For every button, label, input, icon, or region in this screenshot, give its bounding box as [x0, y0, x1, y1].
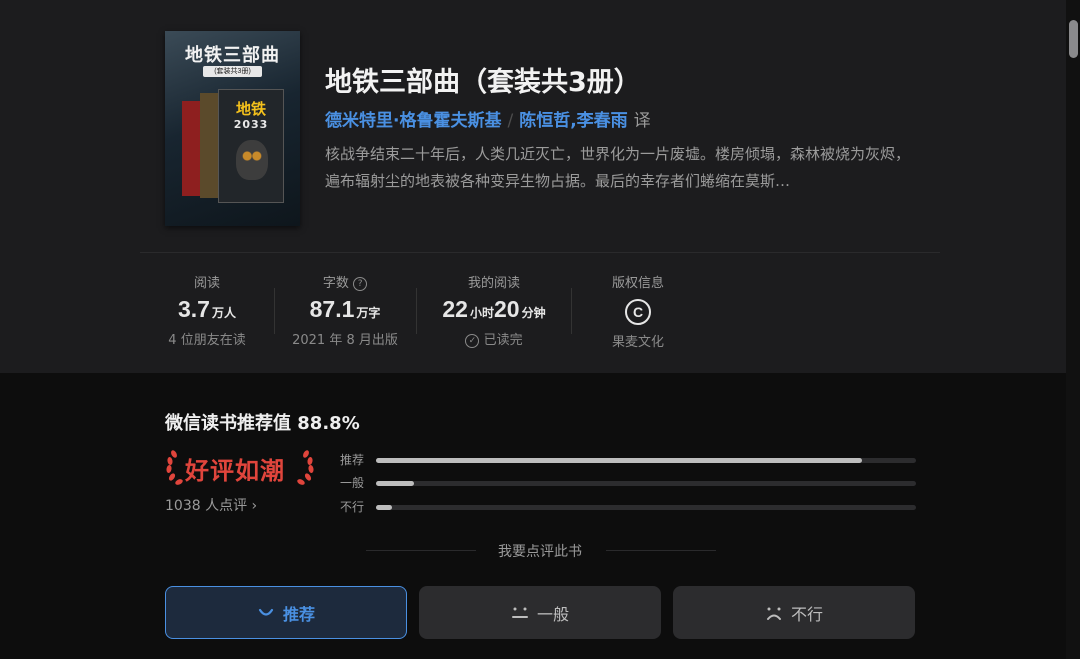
- stat-value: 87.1 万字: [309, 296, 381, 322]
- cover-book-spine: [182, 101, 200, 196]
- not-recommend-button[interactable]: 不行: [673, 586, 915, 639]
- rating-bar-track: [376, 481, 916, 486]
- neutral-face-icon: [511, 607, 528, 618]
- friends-reading[interactable]: 4 位朋友在读: [155, 329, 259, 348]
- scrollbar-thumb[interactable]: [1069, 20, 1078, 58]
- recommendation-score: 微信读书推荐值 88.8%: [165, 413, 360, 434]
- copyright-icon: C: [625, 299, 651, 325]
- cover-book-spine: [200, 93, 218, 198]
- stat-value: 22 小时20 分钟: [442, 296, 546, 322]
- stat-reading: 阅读 3.7 万人 4 位朋友在读: [155, 272, 259, 348]
- question-circle-icon[interactable]: ?: [353, 277, 368, 291]
- rating-bar: 不行: [340, 498, 916, 516]
- cover-subtitle: (套装共3册): [203, 66, 262, 77]
- book-description[interactable]: 核战争结束二十年后，人类几近灭亡，世界化为一片废墟。楼房倾塌，森林被烧为灰烬，遍…: [325, 141, 915, 195]
- smile-icon: [258, 608, 274, 616]
- book-title: 地铁三部曲（套装共3册）: [325, 67, 641, 98]
- cover-front-book: 地铁 2033: [218, 89, 284, 203]
- publish-date: 2021 年 8 月出版: [292, 333, 398, 348]
- gas-mask-illustration: [236, 140, 268, 180]
- rating-badge: 好评如潮: [165, 446, 315, 486]
- book-cover-image[interactable]: 地铁三部曲 (套装共3册) 地铁 2033: [165, 31, 300, 226]
- frown-icon: [766, 607, 781, 620]
- stat-words: 字数 ? 87.1 万字 2021 年 8 月出版: [290, 272, 400, 348]
- rating-bar-track: [376, 458, 916, 463]
- badge-text: 好评如潮: [185, 457, 285, 485]
- stat-separator: [274, 288, 275, 334]
- publisher-name: 果麦文化: [611, 335, 664, 350]
- rating-bar-label: 推荐: [340, 453, 365, 467]
- cover-title: 地铁三部曲: [185, 45, 280, 66]
- book-authors: 德米特里·格鲁霍夫斯基 / 陈恒哲,李春雨 译: [325, 106, 651, 131]
- stat-label: 版权信息: [611, 276, 664, 291]
- translator-link[interactable]: 陈恒哲,李春雨: [519, 111, 627, 131]
- rating-bar-fill: [376, 505, 393, 510]
- divider: [606, 550, 716, 551]
- rating-bar-fill: [376, 481, 414, 486]
- rating-bar: 一般: [340, 474, 916, 492]
- rating-bar-label: 一般: [340, 476, 365, 490]
- rating-bar-label: 不行: [340, 500, 365, 514]
- stat-copyright[interactable]: 版权信息 C 果麦文化: [590, 272, 686, 350]
- stat-value: C: [590, 296, 686, 325]
- cover-inner-number: 2033: [233, 118, 269, 131]
- translator-role: 译: [633, 111, 651, 131]
- stat-label: 字数 ?: [290, 272, 400, 291]
- chevron-right-icon: ›: [251, 498, 258, 514]
- divider: [140, 252, 940, 253]
- recommend-button[interactable]: 推荐: [165, 586, 407, 639]
- stat-separator: [571, 288, 572, 334]
- check-circle-icon: ✓: [465, 334, 480, 348]
- stat-my-reading: 我的阅读 22 小时20 分钟 ✓ 已读完: [432, 272, 556, 348]
- stat-label: 我的阅读: [467, 276, 520, 291]
- rating-bar-track: [376, 505, 916, 510]
- rating-bar: 推荐: [340, 451, 916, 469]
- scrollbar[interactable]: [1066, 0, 1080, 659]
- neutral-button[interactable]: 一般: [419, 586, 661, 639]
- author-separator: /: [507, 111, 514, 131]
- author-link[interactable]: 德米特里·格鲁霍夫斯基: [325, 111, 501, 131]
- finished-status: ✓ 已读完: [432, 329, 556, 348]
- stat-value: 3.7 万人: [178, 296, 236, 322]
- comment-prompt: 我要点评此书: [498, 544, 582, 560]
- rating-bar-fill: [376, 458, 862, 463]
- cover-inner-title: 地铁: [235, 100, 266, 118]
- review-count-link[interactable]: 1038 人点评 ›: [165, 495, 257, 515]
- stat-label: 阅读: [193, 276, 220, 291]
- stat-separator: [416, 288, 417, 334]
